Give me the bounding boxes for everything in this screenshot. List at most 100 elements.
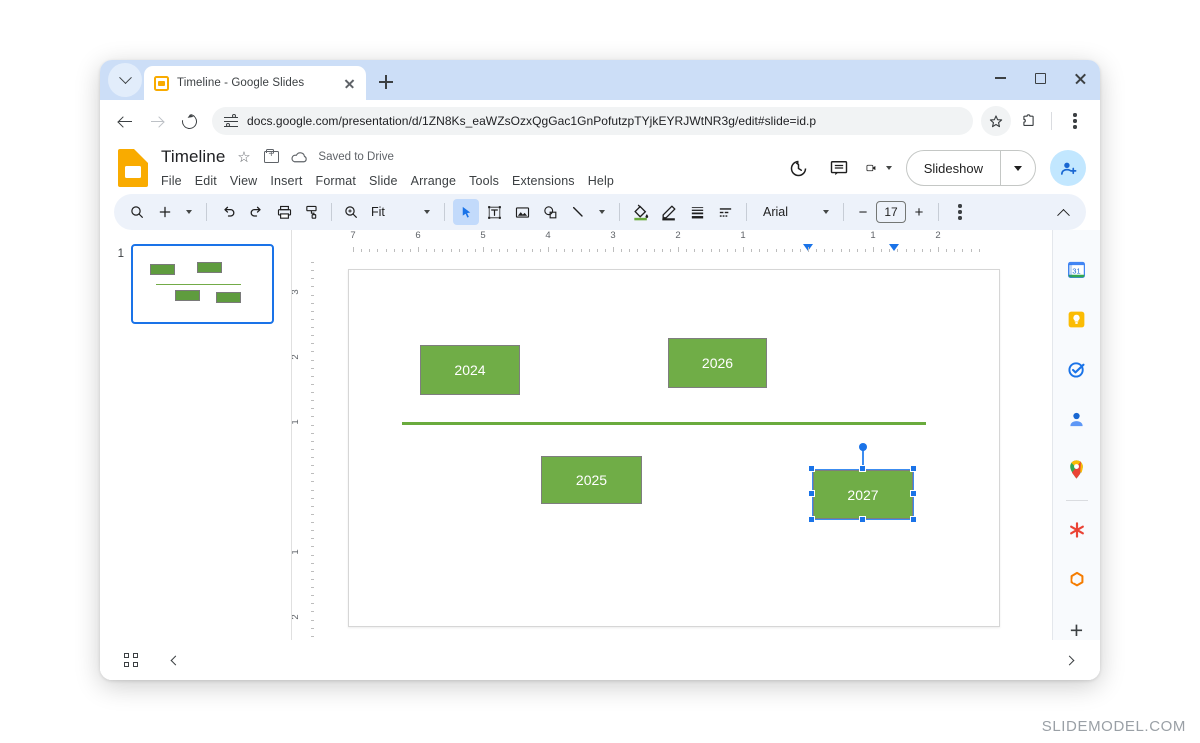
close-icon[interactable] bbox=[341, 75, 358, 92]
star-button[interactable]: ☆ bbox=[234, 148, 253, 167]
redo-button[interactable] bbox=[243, 199, 269, 225]
font-family-select[interactable]: Arial bbox=[759, 199, 835, 225]
menu-format[interactable]: Format bbox=[316, 174, 357, 188]
border-dash-button[interactable] bbox=[712, 199, 738, 225]
decrease-font-size-button[interactable]: − bbox=[852, 200, 874, 224]
menu-extensions[interactable]: Extensions bbox=[512, 174, 575, 188]
increase-font-size-button[interactable]: + bbox=[908, 200, 930, 224]
rail-item-asterisk-addon[interactable] bbox=[1055, 505, 1099, 555]
slide-canvas[interactable]: 2024 2026 2025 2027 bbox=[348, 269, 1000, 627]
line-dropdown[interactable] bbox=[593, 199, 611, 225]
line-dash-icon bbox=[719, 207, 731, 217]
expand-rail-button[interactable] bbox=[1054, 645, 1084, 675]
bookmark-button[interactable] bbox=[981, 106, 1011, 136]
site-settings-icon[interactable] bbox=[224, 114, 238, 128]
grid-view-button[interactable] bbox=[116, 645, 146, 675]
move-to-folder-button[interactable] bbox=[262, 148, 281, 167]
border-weight-button[interactable] bbox=[684, 199, 710, 225]
new-slide-button[interactable] bbox=[152, 199, 178, 225]
fill-color-button[interactable] bbox=[628, 199, 654, 225]
menu-help[interactable]: Help bbox=[588, 174, 614, 188]
rail-item-maps[interactable] bbox=[1055, 444, 1099, 494]
extensions-button[interactable] bbox=[1013, 106, 1043, 136]
line-button[interactable] bbox=[565, 199, 591, 225]
plus-icon bbox=[159, 206, 171, 218]
shape-button[interactable] bbox=[537, 199, 563, 225]
menu-file[interactable]: File bbox=[161, 174, 182, 188]
shape-2027[interactable]: 2027 bbox=[813, 470, 913, 519]
minimize-button[interactable] bbox=[980, 60, 1020, 96]
resize-handle-ne[interactable] bbox=[910, 465, 917, 472]
slideshow-button[interactable]: Slideshow bbox=[905, 150, 1036, 186]
browser-tab[interactable]: Timeline - Google Slides bbox=[144, 66, 366, 100]
person-add-icon bbox=[1060, 162, 1076, 175]
print-button[interactable] bbox=[271, 199, 297, 225]
search-button[interactable] bbox=[124, 199, 150, 225]
close-window-button[interactable] bbox=[1060, 60, 1100, 96]
resize-handle-s[interactable] bbox=[859, 516, 866, 523]
version-history-button[interactable] bbox=[786, 155, 812, 181]
pencil-icon bbox=[662, 205, 676, 221]
menu-arrange[interactable]: Arrange bbox=[411, 174, 457, 188]
zoom-button[interactable] bbox=[338, 199, 364, 225]
reload-button[interactable] bbox=[174, 106, 204, 136]
resize-handle-w[interactable] bbox=[808, 490, 815, 497]
resize-handle-se[interactable] bbox=[910, 516, 917, 523]
address-bar[interactable]: docs.google.com/presentation/d/1ZN8Ks_ea… bbox=[212, 107, 973, 135]
share-button[interactable] bbox=[1050, 150, 1086, 186]
font-size-input[interactable]: 17 bbox=[876, 201, 906, 223]
tab-search-button[interactable] bbox=[108, 63, 142, 97]
canvas-area[interactable]: 2024 2026 2025 2027 bbox=[314, 252, 1052, 680]
collapse-filmstrip-button[interactable] bbox=[160, 645, 190, 675]
menu-insert[interactable]: Insert bbox=[270, 174, 302, 188]
select-tool-button[interactable] bbox=[453, 199, 479, 225]
rail-item-tasks[interactable] bbox=[1055, 344, 1099, 394]
back-button[interactable] bbox=[110, 106, 140, 136]
rotation-handle[interactable] bbox=[859, 443, 867, 451]
resize-handle-nw[interactable] bbox=[808, 465, 815, 472]
new-tab-button[interactable] bbox=[372, 68, 400, 96]
document-title[interactable]: Timeline bbox=[161, 147, 225, 167]
meet-button[interactable] bbox=[866, 155, 892, 181]
more-options-button[interactable] bbox=[947, 199, 973, 225]
shape-2024[interactable]: 2024 bbox=[420, 345, 520, 395]
new-slide-dropdown[interactable] bbox=[180, 199, 198, 225]
text-box-button[interactable] bbox=[481, 199, 507, 225]
menu-edit[interactable]: Edit bbox=[195, 174, 217, 188]
collapse-toolbar-button[interactable] bbox=[1050, 199, 1076, 225]
side-app-rail: 31 + bbox=[1052, 230, 1100, 680]
paint-format-icon bbox=[305, 205, 317, 219]
comments-button[interactable] bbox=[826, 155, 852, 181]
forward-button[interactable] bbox=[142, 106, 172, 136]
divider bbox=[444, 203, 445, 221]
maximize-button[interactable] bbox=[1020, 60, 1060, 96]
rail-item-keep[interactable] bbox=[1055, 294, 1099, 344]
rail-item-calendar[interactable]: 31 bbox=[1055, 244, 1099, 294]
zoom-dropdown[interactable] bbox=[418, 199, 436, 225]
paint-format-button[interactable] bbox=[299, 199, 325, 225]
zoom-level-select[interactable]: Fit bbox=[366, 199, 436, 225]
vertical-ruler[interactable]: 3 2 1 1 2 bbox=[292, 252, 314, 680]
menu-slide[interactable]: Slide bbox=[369, 174, 398, 188]
rail-item-aodocs-addon[interactable] bbox=[1055, 555, 1099, 605]
shape-2025[interactable]: 2025 bbox=[541, 456, 642, 504]
rail-item-contacts[interactable] bbox=[1055, 394, 1099, 444]
menu-tools[interactable]: Tools bbox=[469, 174, 499, 188]
browser-menu-button[interactable] bbox=[1060, 106, 1090, 136]
insert-image-button[interactable] bbox=[509, 199, 535, 225]
resize-handle-sw[interactable] bbox=[808, 516, 815, 523]
slide-thumbnail-1[interactable] bbox=[131, 244, 274, 324]
resize-handle-n[interactable] bbox=[859, 465, 866, 472]
border-color-button[interactable] bbox=[656, 199, 682, 225]
menu-view[interactable]: View bbox=[230, 174, 257, 188]
horizontal-ruler[interactable]: 7 6 5 4 3 2 1 1 2 bbox=[292, 230, 1052, 252]
resize-handle-e[interactable] bbox=[910, 490, 917, 497]
undo-button[interactable] bbox=[215, 199, 241, 225]
thumb-shape-2026 bbox=[197, 262, 222, 273]
font-family-label: Arial bbox=[763, 205, 789, 219]
font-dropdown[interactable] bbox=[817, 199, 835, 225]
timeline-line[interactable] bbox=[402, 422, 926, 425]
slideshow-dropdown-button[interactable] bbox=[1001, 165, 1035, 171]
chevron-down-icon bbox=[1014, 165, 1022, 171]
shape-2026[interactable]: 2026 bbox=[668, 338, 767, 388]
